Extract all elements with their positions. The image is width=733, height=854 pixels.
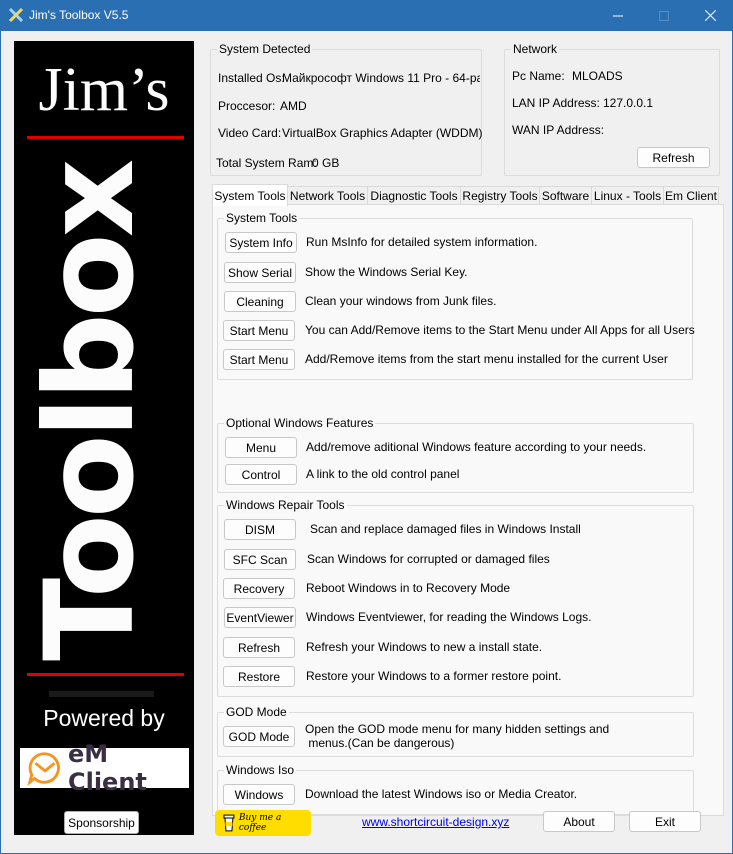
ram-label: Total System Ram: [216, 156, 317, 170]
dism-desc: Scan and replace damaged files in Window… [310, 522, 581, 536]
tab-network-tools[interactable]: Network Tools [287, 186, 368, 205]
gpu-label: Video Card: [218, 126, 282, 140]
god-mode-desc-line2: menus.(Can be dangerous) [305, 736, 455, 750]
tab-registry-tools[interactable]: Registry Tools [460, 186, 540, 205]
sidebar-banner: Jim’s Toolbox Powered by eM Client Spons… [14, 41, 194, 835]
network-legend: Network [511, 42, 560, 56]
network-refresh-button[interactable]: Refresh [637, 147, 710, 168]
lan-ip-value: 127.0.0.1 [603, 96, 654, 110]
features-menu-button[interactable]: Menu [225, 437, 297, 458]
dism-button[interactable]: DISM [224, 519, 296, 540]
god-mode-button[interactable]: GOD Mode [223, 726, 295, 747]
optional-features-legend: Optional Windows Features [224, 416, 376, 430]
mail-bubble-icon [27, 752, 60, 786]
logo-main-text: Toolbox [19, 162, 161, 661]
maximize-button[interactable] [641, 0, 687, 31]
buy-me-a-coffee-button[interactable]: Buy me a coffee [215, 810, 311, 836]
powered-by-label: Powered by [43, 705, 165, 731]
close-button[interactable] [687, 0, 733, 31]
refresh-windows-desc: Refresh your Windows to new a install st… [306, 640, 543, 654]
window-client: Jim’s Toolbox Powered by eM Client Spons… [1, 31, 732, 853]
cleaning-button[interactable]: Cleaning [224, 291, 296, 312]
divider-top [27, 136, 184, 139]
control-panel-desc: A link to the old control panel [306, 467, 460, 481]
about-button[interactable]: About [543, 811, 615, 832]
minimize-button[interactable] [595, 0, 641, 31]
refresh-windows-button[interactable]: Refresh [223, 637, 295, 658]
windows-iso-desc: Download the latest Windows iso or Media… [305, 787, 578, 801]
system-tools-panel: System Tools System Info Run MsInfo for … [212, 204, 724, 816]
em-client-logo-text: eM Client [67, 740, 147, 796]
god-mode-desc-line1: Open the GOD mode menu for many hidden s… [305, 722, 610, 736]
system-detected-group: System Detected Installed Os: Майкрософт… [210, 42, 483, 176]
os-label: Installed Os: [218, 71, 285, 85]
network-group: Network Pc Name: MLOADS LAN IP Address: … [504, 42, 720, 176]
sfc-scan-desc: Scan Windows for corrupted or damaged fi… [307, 552, 550, 566]
title-bar: Jim's Toolbox V5.5 [0, 0, 733, 31]
cpu-value: AMD [280, 99, 307, 113]
system-info-desc: Run MsInfo for detailed system informati… [306, 235, 538, 249]
recovery-desc: Reboot Windows in to Recovery Mode [306, 581, 511, 595]
window-title: Jim's Toolbox V5.5 [29, 8, 129, 22]
maximize-icon [659, 10, 669, 21]
tab-em-client[interactable]: Em Client [663, 186, 719, 205]
optional-features-group: Optional Windows Features Menu Add/remov… [217, 416, 694, 493]
windows-iso-button[interactable]: Windows [223, 784, 295, 805]
tab-system-tools[interactable]: System Tools [212, 184, 288, 206]
system-detected-legend: System Detected [217, 42, 313, 56]
show-serial-button[interactable]: Show Serial [224, 262, 296, 283]
divider-bottom [27, 673, 184, 676]
website-link[interactable]: www.shortcircuit-design.xyz [362, 815, 509, 829]
recovery-button[interactable]: Recovery [223, 578, 295, 599]
os-value: Майкрософт Windows 11 Pro - 64-разряд [282, 71, 480, 85]
coffee-text: Buy me a coffee [238, 813, 282, 833]
event-viewer-desc: Windows Eventviewer, for reading the Win… [306, 610, 592, 624]
cpu-label: Proccesor: [218, 99, 276, 113]
control-panel-button[interactable]: Control [225, 464, 297, 485]
ram-value: 0 GB [312, 156, 340, 170]
event-viewer-button[interactable]: EventViewer [224, 607, 296, 628]
wan-ip-label: WAN IP Address: [512, 123, 605, 137]
start-menu-current-user-button[interactable]: Start Menu [223, 349, 295, 370]
em-client-logo[interactable]: eM Client [20, 740, 189, 796]
cleaning-desc: Clean your windows from Junk files. [305, 294, 497, 308]
minimize-icon [613, 15, 623, 16]
tab-linux-tools[interactable]: Linux - Tools [591, 186, 664, 205]
features-menu-desc: Add/remove aditional Windows feature acc… [306, 440, 647, 454]
start-menu-all-users-desc: You can Add/Remove items to the Start Me… [305, 323, 695, 337]
start-menu-all-users-button[interactable]: Start Menu [223, 320, 295, 341]
god-mode-group: GOD Mode GOD Mode Open the GOD mode menu… [217, 705, 694, 757]
god-mode-legend: GOD Mode [224, 705, 289, 719]
sfc-scan-button[interactable]: SFC Scan [224, 549, 296, 570]
pc-name-value: MLOADS [572, 69, 623, 83]
sponsorship-button[interactable]: Sponsorship [64, 811, 139, 834]
lan-ip-label: LAN IP Address: [512, 96, 600, 110]
repair-tools-group: Windows Repair Tools DISM Scan and repla… [217, 498, 694, 697]
pc-name-label: Pc Name: [512, 69, 565, 83]
restore-button[interactable]: Restore [223, 666, 295, 687]
tab-software[interactable]: Software [539, 186, 592, 205]
system-tools-group: System Tools System Info Run MsInfo for … [217, 211, 695, 380]
show-serial-desc: Show the Windows Serial Key. [305, 265, 468, 279]
decorative-bar [49, 691, 154, 697]
tools-icon [8, 7, 24, 23]
close-icon [704, 10, 716, 21]
start-menu-current-user-desc: Add/Remove items from the start menu ins… [305, 352, 668, 366]
tab-diagnostic-tools[interactable]: Diagnostic Tools [367, 186, 461, 205]
windows-iso-legend: Windows Iso [224, 763, 297, 777]
windows-iso-group: Windows Iso Windows Download the latest … [217, 763, 694, 815]
logo-top-text: Jim’s [38, 56, 170, 124]
coffee-cup-icon [223, 814, 235, 832]
exit-button[interactable]: Exit [629, 811, 701, 832]
restore-desc: Restore your Windows to a former restore… [306, 669, 562, 683]
system-tools-legend: System Tools [224, 211, 300, 225]
repair-tools-legend: Windows Repair Tools [224, 498, 347, 512]
system-info-button[interactable]: System Info [225, 232, 297, 253]
gpu-value: VirtualBox Graphics Adapter (WDDM) [282, 126, 483, 140]
